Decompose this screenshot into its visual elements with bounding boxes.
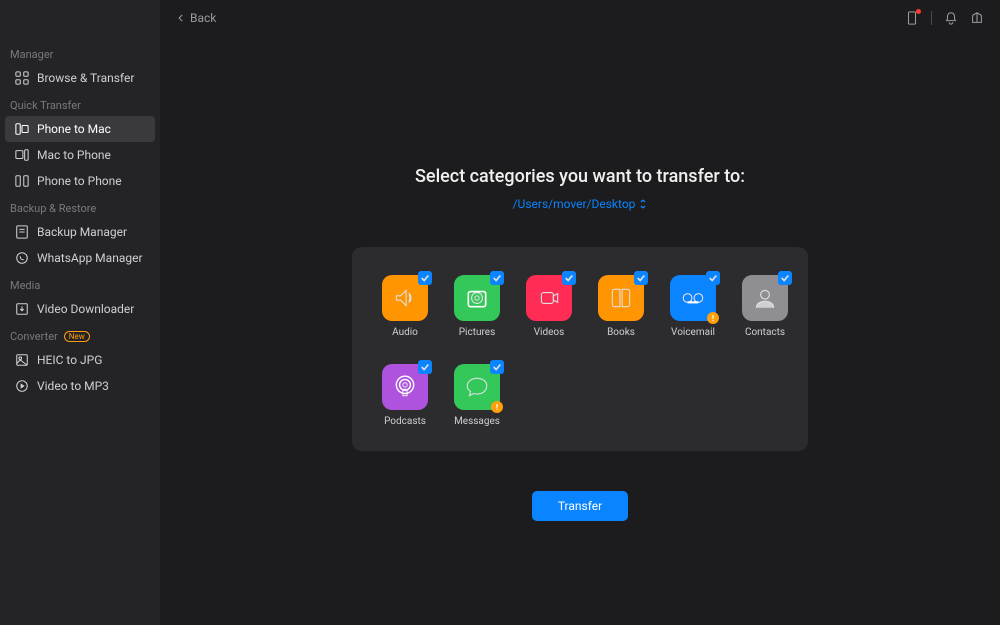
- main-area: Back Select categories you want to trans…: [160, 0, 1000, 625]
- checkmark-icon: [490, 271, 504, 285]
- topbar: Back: [160, 0, 1000, 36]
- topbar-right: [905, 11, 984, 25]
- category-videos[interactable]: Videos: [526, 275, 572, 338]
- download-icon: [15, 302, 29, 316]
- bell-icon[interactable]: [944, 11, 958, 25]
- category-label: Voicemail: [671, 327, 715, 338]
- sidebar-item-browse[interactable]: Browse & Transfer: [5, 65, 155, 91]
- category-label: Podcasts: [384, 416, 426, 427]
- category-contacts[interactable]: Contacts: [742, 275, 788, 338]
- grid-icon: [15, 71, 29, 85]
- checkmark-icon: [418, 360, 432, 374]
- mac-to-phone-icon: [15, 148, 29, 162]
- backup-icon: [15, 225, 29, 239]
- sidebar-item-label: Phone to Mac: [37, 122, 111, 136]
- notification-dot: [916, 9, 921, 14]
- category-label: Videos: [534, 327, 565, 338]
- category-audio[interactable]: Audio: [382, 275, 428, 338]
- category-label: Messages: [454, 416, 500, 427]
- category-label: Audio: [392, 327, 418, 338]
- sidebar-item-label: Mac to Phone: [37, 148, 111, 162]
- videos-icon: [526, 275, 572, 321]
- sort-arrows-icon: [639, 199, 647, 209]
- sidebar-item-label: Browse & Transfer: [37, 71, 134, 85]
- chevron-left-icon: [176, 13, 186, 23]
- new-badge: New: [64, 331, 90, 342]
- path-text: /Users/mover/Desktop: [513, 197, 636, 211]
- voicemail-icon: !: [670, 275, 716, 321]
- whatsapp-icon: [15, 251, 29, 265]
- category-panel: Audio Pictures Videos Books! Voicemail Contac…: [352, 247, 808, 451]
- sidebar-item-label: Backup Manager: [37, 225, 127, 239]
- warning-icon: !: [491, 401, 503, 413]
- sidebar-item-label: Video to MP3: [37, 379, 109, 393]
- checkmark-icon: [778, 271, 792, 285]
- section-label-quick-transfer: Quick Transfer: [0, 91, 160, 116]
- sidebar-item-label: WhatsApp Manager: [37, 251, 143, 265]
- back-button[interactable]: Back: [176, 11, 216, 25]
- sidebar-item-heic-to-jpg[interactable]: HEIC to JPG: [5, 347, 155, 373]
- section-label-converter: Converter New: [0, 322, 160, 347]
- sidebar: Manager Browse & Transfer Quick Transfer…: [0, 0, 160, 625]
- checkmark-icon: [562, 271, 576, 285]
- category-voicemail[interactable]: ! Voicemail: [670, 275, 716, 338]
- phone-to-phone-icon: [15, 174, 29, 188]
- section-label-media: Media: [0, 271, 160, 296]
- destination-path[interactable]: /Users/mover/Desktop: [513, 197, 648, 211]
- sidebar-item-backup-manager[interactable]: Backup Manager: [5, 219, 155, 245]
- messages-icon: !: [454, 364, 500, 410]
- section-label-backup: Backup & Restore: [0, 194, 160, 219]
- sidebar-item-video-to-mp3[interactable]: Video to MP3: [5, 373, 155, 399]
- contacts-icon: [742, 275, 788, 321]
- back-label: Back: [190, 11, 216, 25]
- sidebar-item-label: Phone to Phone: [37, 174, 122, 188]
- checkmark-icon: [418, 271, 432, 285]
- pictures-icon: [454, 275, 500, 321]
- checkmark-icon: [706, 271, 720, 285]
- category-books[interactable]: Books: [598, 275, 644, 338]
- transfer-button[interactable]: Transfer: [532, 491, 628, 521]
- warning-icon: !: [707, 312, 719, 324]
- section-label-manager: Manager: [0, 40, 160, 65]
- sidebar-item-phone-to-phone[interactable]: Phone to Phone: [5, 168, 155, 194]
- category-label: Books: [607, 327, 635, 338]
- image-convert-icon: [15, 353, 29, 367]
- checkmark-icon: [490, 360, 504, 374]
- sidebar-item-label: HEIC to JPG: [37, 353, 102, 367]
- sidebar-item-video-downloader[interactable]: Video Downloader: [5, 296, 155, 322]
- category-podcasts[interactable]: Podcasts: [382, 364, 428, 427]
- sidebar-item-phone-to-mac[interactable]: Phone to Mac: [5, 116, 155, 142]
- category-label: Contacts: [745, 327, 785, 338]
- audio-icon: [382, 275, 428, 321]
- video-convert-icon: [15, 379, 29, 393]
- content: Select categories you want to transfer t…: [160, 36, 1000, 625]
- sidebar-item-whatsapp-manager[interactable]: WhatsApp Manager: [5, 245, 155, 271]
- phone-to-mac-icon: [15, 122, 29, 136]
- category-pictures[interactable]: Pictures: [454, 275, 500, 338]
- category-label: Pictures: [459, 327, 496, 338]
- sidebar-item-label: Video Downloader: [37, 302, 134, 316]
- sidebar-item-mac-to-phone[interactable]: Mac to Phone: [5, 142, 155, 168]
- checkmark-icon: [634, 271, 648, 285]
- divider: [931, 11, 932, 25]
- books-icon: [598, 275, 644, 321]
- page-title: Select categories you want to transfer t…: [415, 166, 745, 187]
- phone-status-icon[interactable]: [905, 11, 919, 25]
- category-messages[interactable]: ! Messages: [454, 364, 500, 427]
- gift-icon[interactable]: [970, 11, 984, 25]
- podcasts-icon: [382, 364, 428, 410]
